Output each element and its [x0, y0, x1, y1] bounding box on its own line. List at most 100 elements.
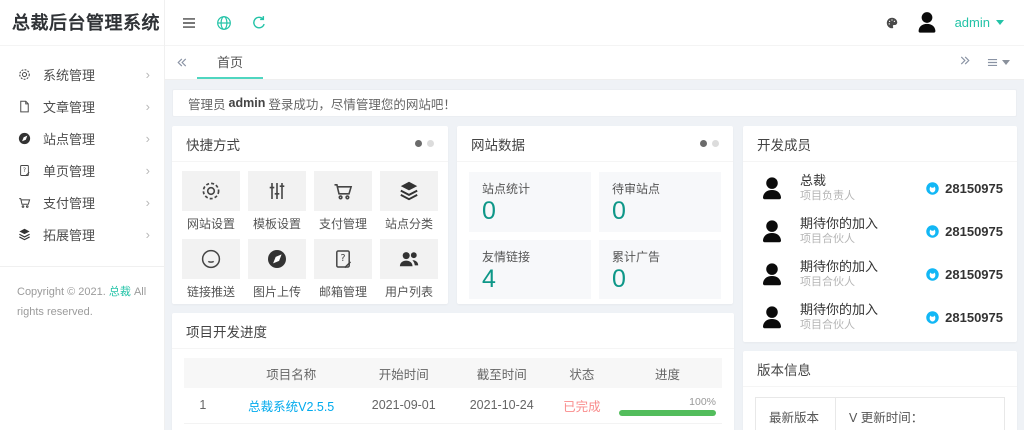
- shortcut-image-upload[interactable]: 图片上传: [248, 239, 306, 300]
- project-link[interactable]: 总裁系统V2.5.5: [248, 400, 334, 414]
- alert-username: admin: [229, 96, 266, 110]
- shortcut-user-list[interactable]: 用户列表: [380, 239, 438, 300]
- carousel-dot-active[interactable]: [700, 140, 707, 147]
- compass-icon: [17, 131, 32, 146]
- double-chevron-right-icon: [959, 54, 972, 67]
- shortcut-label: 邮箱管理: [314, 283, 372, 300]
- smiley-icon: [199, 247, 223, 271]
- sidebar-item-label: 系统管理: [43, 65, 95, 84]
- tabs-scroll-right-button[interactable]: [959, 54, 972, 72]
- member-role: 项目负责人: [800, 189, 925, 203]
- shortcut-site-category[interactable]: 站点分类: [380, 171, 438, 232]
- member-row: 总裁 项目负责人 28150975: [757, 167, 1003, 210]
- gear-icon: [17, 67, 32, 82]
- shortcuts-card-header: 快捷方式: [172, 126, 448, 162]
- start-date: 2021-09-01: [355, 388, 453, 423]
- tab-label: 首页: [217, 52, 243, 71]
- layers-icon: [397, 179, 421, 203]
- shortcut-label: 模板设置: [248, 215, 306, 232]
- shortcut-website-settings[interactable]: 网站设置: [182, 171, 240, 232]
- member-name: 期待你的加入: [800, 259, 925, 275]
- content: 管理员 admin 登录成功，尽情管理您的网站吧！ 快捷方式: [165, 80, 1024, 430]
- cart-icon: [331, 179, 355, 203]
- qq-icon: [925, 310, 940, 325]
- avatar: [757, 215, 787, 249]
- refresh-button[interactable]: [250, 14, 268, 32]
- copyright-text: Copyright © 2021. 总裁 All rights reserved…: [0, 267, 164, 339]
- qq-number: 28150975: [945, 310, 1003, 325]
- col-status: 状态: [551, 358, 613, 388]
- shortcut-label: 图片上传: [248, 283, 306, 300]
- copyright-brand: 总裁: [109, 286, 131, 298]
- stats-grid: 站点统计 0 待审站点 0 友情链接 4: [457, 162, 733, 309]
- alert-suffix: 登录成功，尽情管理您的网站吧！: [268, 94, 456, 113]
- sidebar-item-system[interactable]: 系统管理 ›: [0, 58, 164, 90]
- shortcut-link-push[interactable]: 链接推送: [182, 239, 240, 300]
- right-column: 开发成员 总裁 项目负责人 2815: [743, 126, 1017, 430]
- tabs-options-button[interactable]: [986, 56, 1010, 69]
- sidebar-item-pay[interactable]: 支付管理 ›: [0, 186, 164, 218]
- shortcuts-card: 快捷方式 网站设置: [172, 126, 448, 304]
- collapse-menu-button[interactable]: [180, 14, 198, 32]
- refresh-icon: [250, 14, 268, 32]
- sidebar-item-extend[interactable]: 拓展管理 ›: [0, 218, 164, 250]
- progress-bar: [619, 410, 716, 416]
- sidebar-item-article[interactable]: 文章管理 ›: [0, 90, 164, 122]
- member-row: 期待你的加入 项目合伙人 28150975: [757, 296, 1003, 339]
- stat-label: 友情链接: [482, 248, 578, 265]
- shortcut-label: 链接推送: [182, 283, 240, 300]
- shortcut-template-settings[interactable]: 模板设置: [248, 171, 306, 232]
- member-role: 项目合伙人: [800, 318, 925, 332]
- stat-label: 站点统计: [482, 180, 578, 197]
- hamburger-icon: [180, 14, 198, 32]
- main-area: admin 首页 管理员 admin 登录成功，尽情管理您的网站吧！: [165, 0, 1024, 430]
- sidebar-item-label: 站点管理: [43, 129, 95, 148]
- username-label: admin: [955, 15, 990, 30]
- member-qq: 28150975: [925, 310, 1003, 325]
- compass-icon: [265, 247, 289, 271]
- tabs-scroll-left-button[interactable]: [165, 46, 197, 79]
- row-index: 2: [184, 423, 222, 430]
- end-date: 2021-09-01: [453, 423, 551, 430]
- chevron-right-icon: ›: [146, 131, 150, 146]
- project-progress-table: 项目名称 开始时间 截至时间 状态 进度 1: [184, 358, 722, 430]
- end-date: 2021-10-24: [453, 388, 551, 423]
- tab-home[interactable]: 首页: [197, 46, 263, 79]
- home-site-button[interactable]: [215, 14, 233, 32]
- stat-value: 0: [612, 198, 708, 226]
- version-table: 最新版本 V 更新时间： 当前版本 V2.5.5更新时间：2021-10-24: [755, 397, 1005, 430]
- sidebar-item-label: 文章管理: [43, 97, 95, 116]
- sidebar-item-page[interactable]: 单页管理 ›: [0, 154, 164, 186]
- carousel-dot[interactable]: [712, 140, 719, 147]
- version-row-label: 最新版本: [756, 398, 836, 430]
- avatar: [757, 172, 787, 206]
- app-logo: 总裁后台管理系统: [0, 0, 164, 46]
- page-question-icon: [331, 247, 355, 271]
- user-menu[interactable]: admin: [955, 15, 1004, 30]
- member-name: 期待你的加入: [800, 302, 925, 318]
- card-title: 项目开发进度: [186, 321, 267, 341]
- chevron-right-icon: ›: [146, 163, 150, 178]
- card-title: 开发成员: [757, 134, 811, 154]
- table-header-row: 项目名称 开始时间 截至时间 状态 进度: [184, 358, 722, 388]
- card-title: 版本信息: [757, 359, 811, 379]
- site-stats-card: 网站数据 站点统计 0: [457, 126, 733, 304]
- stat-label: 累计广告: [612, 248, 708, 265]
- shortcut-mail-management[interactable]: 邮箱管理: [314, 239, 372, 300]
- col-progress: 进度: [613, 358, 722, 388]
- carousel-dot-active[interactable]: [415, 140, 422, 147]
- qq-number: 28150975: [945, 267, 1003, 282]
- chevron-down-icon: [996, 20, 1004, 25]
- chevron-down-icon: [1002, 60, 1010, 65]
- list-icon: [986, 56, 999, 69]
- avatar[interactable]: [913, 7, 941, 39]
- shortcut-label: 网站设置: [182, 215, 240, 232]
- col-start-date: 开始时间: [355, 358, 453, 388]
- shortcut-payment[interactable]: 支付管理: [314, 171, 372, 232]
- copyright-prefix: Copyright © 2021.: [17, 286, 109, 298]
- topbar: admin: [165, 0, 1024, 46]
- theme-button[interactable]: [885, 16, 899, 30]
- carousel-dot[interactable]: [427, 140, 434, 147]
- sidebar-item-site[interactable]: 站点管理 ›: [0, 122, 164, 154]
- site-stats-card-header: 网站数据: [457, 126, 733, 162]
